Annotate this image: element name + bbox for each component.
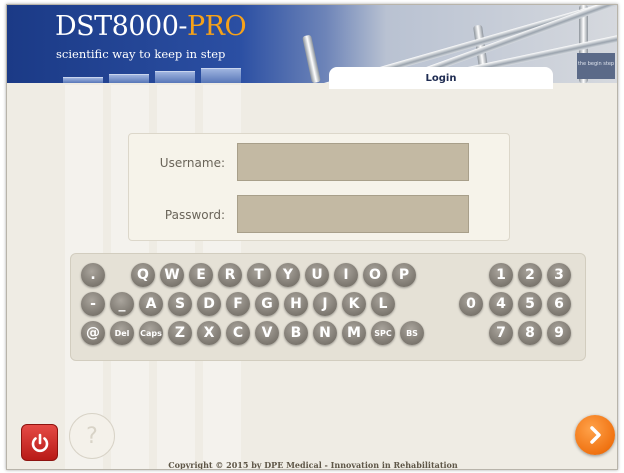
decor-bar	[63, 77, 103, 83]
key-underscore[interactable]: _	[110, 292, 134, 316]
key-q[interactable]: Q	[131, 263, 155, 287]
key-at[interactable]: @	[81, 321, 105, 345]
key-bs[interactable]: BS	[400, 321, 424, 345]
key-f[interactable]: F	[226, 292, 250, 316]
key-3[interactable]: 3	[547, 263, 571, 287]
password-label: Password:	[164, 208, 225, 222]
key-del[interactable]: Del	[110, 321, 134, 345]
key-5[interactable]: 5	[518, 292, 542, 316]
help-button[interactable]: ?	[69, 413, 115, 459]
logo-main-text: DST8000-	[55, 11, 188, 42]
corner-logo-text: the begin step	[577, 61, 615, 67]
key-a[interactable]: A	[139, 292, 163, 316]
key-u[interactable]: U	[305, 263, 329, 287]
key-l[interactable]: L	[371, 292, 395, 316]
key-s[interactable]: S	[168, 292, 192, 316]
username-field[interactable]	[237, 143, 469, 181]
copyright-text: Copyright © 2015 by DPE Medical - Innova…	[168, 460, 458, 470]
key-x[interactable]: X	[197, 321, 221, 345]
app-logo: DST8000-PRO	[55, 11, 247, 42]
key-y[interactable]: Y	[276, 263, 300, 287]
app-tagline: scientific way to keep in step	[56, 47, 226, 61]
power-icon	[31, 433, 48, 452]
key-c[interactable]: C	[226, 321, 250, 345]
key-8[interactable]: 8	[518, 321, 542, 345]
key-z[interactable]: Z	[168, 321, 192, 345]
key-spc[interactable]: SPC	[371, 321, 395, 345]
key-6[interactable]: 6	[547, 292, 571, 316]
key-n[interactable]: N	[313, 321, 337, 345]
key-e[interactable]: E	[189, 263, 213, 287]
key-j[interactable]: J	[313, 292, 337, 316]
key-r[interactable]: R	[218, 263, 242, 287]
rail-post	[302, 34, 321, 83]
key-w[interactable]: W	[160, 263, 184, 287]
key-caps[interactable]: Caps	[139, 321, 163, 345]
key-t[interactable]: T	[247, 263, 271, 287]
key-1[interactable]: 1	[489, 263, 513, 287]
key-p[interactable]: P	[392, 263, 416, 287]
key-hyphen[interactable]: -	[81, 292, 105, 316]
key-2[interactable]: 2	[518, 263, 542, 287]
decor-bar	[155, 71, 195, 83]
key-period[interactable]: .	[81, 263, 105, 287]
login-form: Username: Password:	[128, 133, 510, 241]
corner-logo: the begin step	[577, 53, 615, 79]
key-7[interactable]: 7	[489, 321, 513, 345]
next-button[interactable]	[575, 415, 615, 455]
decor-bar	[109, 74, 149, 83]
key-m[interactable]: M	[342, 321, 366, 345]
key-0[interactable]: 0	[459, 292, 483, 316]
tab-login[interactable]: Login	[329, 67, 553, 89]
key-v[interactable]: V	[255, 321, 279, 345]
key-4[interactable]: 4	[489, 292, 513, 316]
password-field[interactable]	[237, 195, 469, 233]
key-i[interactable]: I	[334, 263, 358, 287]
key-b[interactable]: B	[284, 321, 308, 345]
key-g[interactable]: G	[255, 292, 279, 316]
key-d[interactable]: D	[197, 292, 221, 316]
key-h[interactable]: H	[284, 292, 308, 316]
on-screen-keyboard: . Q W E R T Y U I O P - _ A S D F G H J K L 0 @ Del Caps Z X C V B N M SP…	[70, 253, 586, 361]
app-window: DST8000-PRO scientific way to keep in st…	[6, 4, 618, 470]
decor-bar	[201, 68, 241, 83]
username-label: Username:	[159, 156, 225, 170]
key-o[interactable]: O	[363, 263, 387, 287]
key-k[interactable]: K	[342, 292, 366, 316]
chevron-right-icon	[590, 426, 601, 444]
key-9[interactable]: 9	[547, 321, 571, 345]
logo-accent-text: PRO	[187, 11, 247, 42]
power-button[interactable]	[21, 424, 58, 461]
